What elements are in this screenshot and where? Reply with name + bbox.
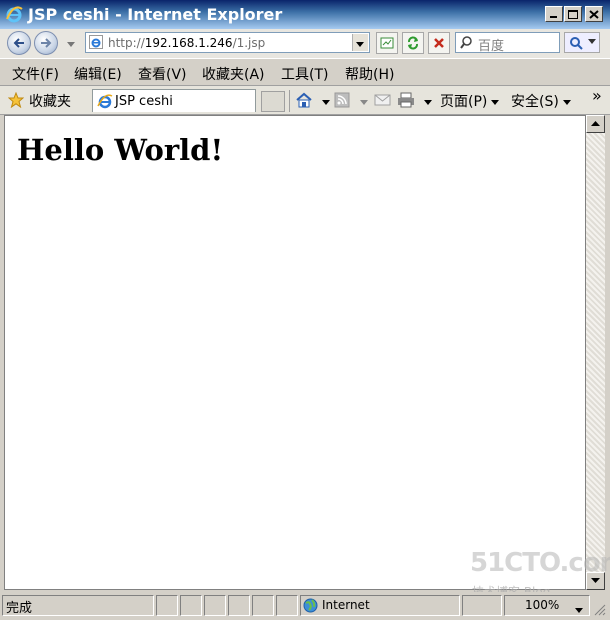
status-bar: 完成 Internet 100% [0,592,610,620]
more-commands-chevron[interactable]: » [592,86,602,105]
status-cell [228,595,250,616]
scroll-up-button[interactable] [586,115,605,133]
ie-page-icon [89,35,103,53]
close-button[interactable] [585,6,603,22]
feeds-dropdown-icon[interactable] [356,95,368,110]
safety-menu[interactable]: 安全(S) [511,91,571,111]
ie-tab-icon [97,93,113,113]
home-icon[interactable] [295,92,313,112]
security-zone-cell[interactable]: Internet [300,595,460,616]
menu-tools[interactable]: 工具(T) [281,64,328,84]
resize-grip-icon[interactable] [594,604,606,620]
status-text-cell: 完成 [2,595,154,616]
address-dropdown-button[interactable] [352,34,368,51]
zoom-level: 100% [525,598,560,612]
vertical-scrollbar[interactable] [586,115,605,590]
window-title: JSP ceshi - Internet Explorer [28,5,283,24]
mail-icon[interactable] [374,92,392,112]
back-button[interactable] [7,31,31,55]
zone-label: Internet [322,598,370,612]
search-placeholder: 百度 [478,39,505,54]
ie-logo-icon [5,5,23,27]
menu-favorites[interactable]: 收藏夹(A) [202,64,265,84]
nav-history-chevron-icon[interactable] [63,37,75,52]
status-cell [204,595,226,616]
compatibility-button[interactable] [376,32,398,54]
home-dropdown-icon[interactable] [318,95,330,110]
minimize-button[interactable] [545,6,563,22]
feeds-icon[interactable] [334,92,350,112]
search-button[interactable] [564,32,600,53]
forward-button[interactable] [34,31,58,55]
favorites-button[interactable]: 收藏夹 [29,91,71,111]
star-icon [7,91,25,112]
address-toolbar: http://192.168.1.246/1.jsp 百度 [0,29,610,58]
status-cell [252,595,274,616]
address-field[interactable]: http://192.168.1.246/1.jsp [85,32,370,53]
status-cell [180,595,202,616]
menu-view[interactable]: 查看(V) [138,64,187,84]
globe-icon [303,598,318,617]
zoom-control[interactable]: 100% [504,595,590,616]
menu-edit[interactable]: 编辑(E) [74,64,122,84]
refresh-button[interactable] [402,32,424,54]
maximize-button[interactable] [564,6,582,22]
watermark-logo: 51CTO.com [470,548,610,578]
title-bar: JSP ceshi - Internet Explorer [0,0,610,29]
address-url: http://192.168.1.246/1.jsp [108,36,266,50]
tab-label: JSP ceshi [115,94,173,109]
divider [289,90,290,112]
search-input[interactable]: 百度 [455,32,560,54]
status-cell [276,595,298,616]
favorites-bar: 收藏夹 JSP ceshi 页面(P) 安全(S) » [0,86,610,115]
menu-bar: 文件(F) 编辑(E) 查看(V) 收藏夹(A) 工具(T) 帮助(H) [0,58,610,86]
tab-jsp-ceshi[interactable]: JSP ceshi [92,89,256,112]
print-icon[interactable] [397,92,415,112]
protected-mode-cell[interactable] [462,595,502,616]
stop-button[interactable] [428,32,450,54]
print-dropdown-icon[interactable] [420,95,432,110]
page-menu[interactable]: 页面(P) [440,91,500,111]
search-icon [460,36,472,49]
menu-file[interactable]: 文件(F) [12,64,59,84]
new-tab-button[interactable] [261,91,285,112]
status-text: 完成 [6,601,33,616]
page-viewport: Hello World! [4,115,586,590]
page-heading: Hello World! [17,133,224,167]
menu-help[interactable]: 帮助(H) [345,64,394,84]
status-cell [156,595,178,616]
